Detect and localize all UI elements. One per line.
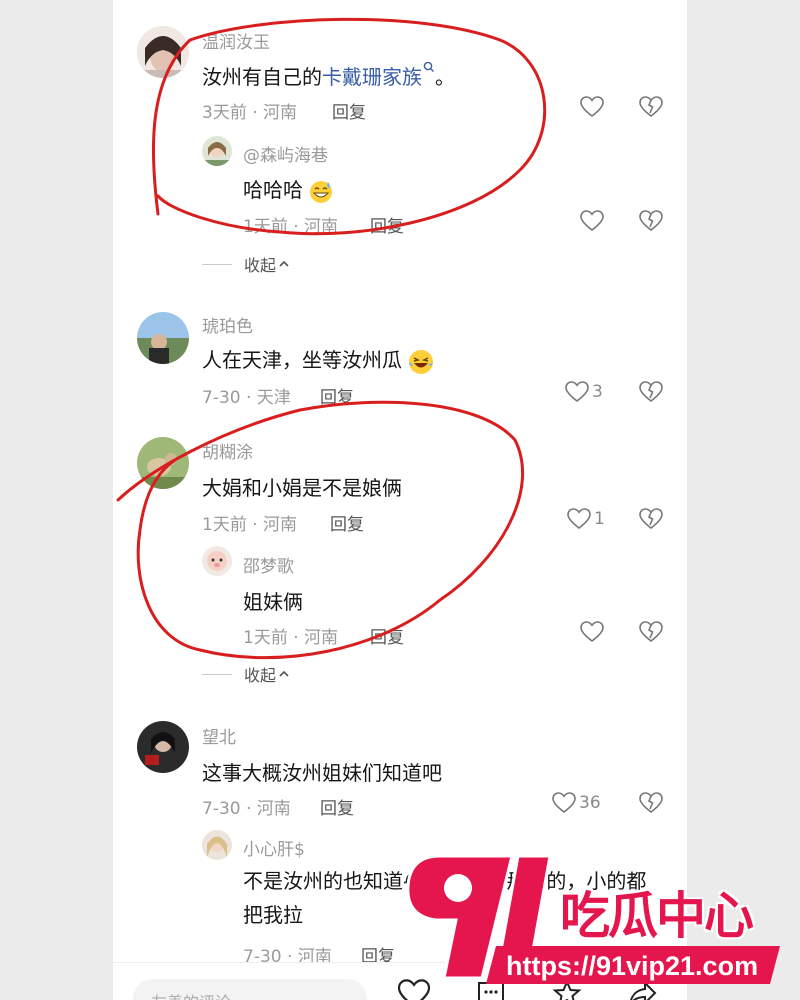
reply-meta: 1天前 · 河南 <box>243 217 339 237</box>
comment-meta: 1天前 · 河南 <box>202 515 298 535</box>
comment-username[interactable]: 望北 <box>202 723 236 748</box>
search-link-text[interactable]: 卡戴珊家族 <box>322 65 422 89</box>
dislike-icon <box>639 792 663 814</box>
avatar[interactable] <box>202 546 232 576</box>
heart-icon <box>580 210 604 232</box>
watermark-title: 吃瓜中心 <box>560 887 754 945</box>
reply-text-part: 哈哈哈 <box>243 178 303 202</box>
comment-text-part: 人在天津，坐等汝州瓜 <box>202 348 402 372</box>
laugh-cry-emoji-icon <box>409 349 434 374</box>
comment-username[interactable]: 胡糊涂 <box>202 438 253 463</box>
collapse-label[interactable]: 收起 <box>244 252 276 276</box>
avatar[interactable] <box>137 312 189 364</box>
dislike-button[interactable] <box>639 621 663 647</box>
like-count: 1 <box>594 509 605 529</box>
avatar[interactable] <box>202 136 232 166</box>
reply-username[interactable]: @森屿海巷 <box>243 141 328 166</box>
reply-meta: 1天前 · 河南 <box>243 628 339 648</box>
heart-icon <box>580 96 604 118</box>
comment-text-part: 汝州有自己的 <box>202 65 322 89</box>
collapse-replies-button[interactable]: 收起 <box>202 252 290 276</box>
heart-icon <box>565 381 589 403</box>
dislike-icon <box>639 381 663 403</box>
like-button[interactable] <box>580 96 604 118</box>
like-count: 3 <box>592 382 603 402</box>
like-button[interactable]: 36 <box>552 792 601 814</box>
divider <box>202 673 232 675</box>
dislike-button[interactable] <box>639 210 663 236</box>
reply-text: 哈哈哈 <box>243 174 333 204</box>
comment-meta: 7-30 · 河南 <box>202 799 291 819</box>
watermark-url: https://91vip21.com <box>506 951 759 981</box>
site-watermark: 吃瓜中心 https://91vip21.com <box>400 838 800 998</box>
chevron-up-icon <box>279 670 289 677</box>
comment-text: 人在天津，坐等汝州瓜 <box>202 344 434 375</box>
like-count: 36 <box>579 793 601 813</box>
collapse-replies-button[interactable]: 收起 <box>202 662 290 686</box>
comment-text: 大娟和小娟是不是娘俩 <box>202 476 402 500</box>
dislike-icon <box>639 210 663 232</box>
comment-text: 这事大概汝州姐妹们知道吧 <box>202 761 442 785</box>
reply-text: 姐妹俩 <box>243 590 303 614</box>
search-icon <box>423 61 434 72</box>
comment-text: 汝州有自己的卡戴珊家族。 <box>202 61 455 90</box>
reply-button[interactable]: 回复 <box>330 510 364 535</box>
comment-text-part: 。 <box>435 65 455 89</box>
like-button[interactable] <box>580 621 604 643</box>
comment-input-placeholder: 友善的评论 <box>151 989 231 1000</box>
divider <box>202 263 232 265</box>
dislike-icon <box>639 508 663 530</box>
reply-button[interactable]: 回复 <box>332 98 366 123</box>
avatar[interactable] <box>137 437 189 489</box>
chevron-up-icon <box>279 260 289 267</box>
comment-meta: 7-30 · 天津 <box>202 388 291 408</box>
avatar[interactable] <box>137 26 189 78</box>
avatar[interactable] <box>202 830 232 860</box>
dislike-button[interactable] <box>639 792 663 818</box>
like-button[interactable]: 3 <box>565 381 603 403</box>
reply-username[interactable]: 邵梦歌 <box>243 552 294 577</box>
like-button[interactable]: 1 <box>567 508 605 530</box>
avatar[interactable] <box>137 721 189 773</box>
dislike-icon <box>639 621 663 643</box>
grin-sweat-emoji-icon <box>310 180 333 203</box>
dislike-button[interactable] <box>639 381 663 407</box>
dislike-icon <box>639 96 663 118</box>
dislike-button[interactable] <box>639 508 663 534</box>
reply-button[interactable]: 回复 <box>370 623 404 648</box>
comment-username[interactable]: 温润汝玉 <box>202 28 270 53</box>
reply-button[interactable]: 回复 <box>320 794 354 819</box>
dislike-button[interactable] <box>639 96 663 122</box>
reply-username[interactable]: 小心肝$ <box>243 835 305 860</box>
comment-meta: 3天前 · 河南 <box>202 103 298 123</box>
heart-icon <box>567 508 591 530</box>
comment-username[interactable]: 琥珀色 <box>202 312 253 337</box>
reply-button[interactable]: 回复 <box>370 212 404 237</box>
heart-icon <box>580 621 604 643</box>
like-button[interactable] <box>580 210 604 232</box>
collapse-label[interactable]: 收起 <box>244 662 276 686</box>
search-link[interactable]: 卡戴珊家族 <box>322 61 435 89</box>
heart-icon <box>552 792 576 814</box>
reply-button[interactable]: 回复 <box>320 383 354 408</box>
comment-input[interactable]: 友善的评论 <box>133 979 367 1000</box>
